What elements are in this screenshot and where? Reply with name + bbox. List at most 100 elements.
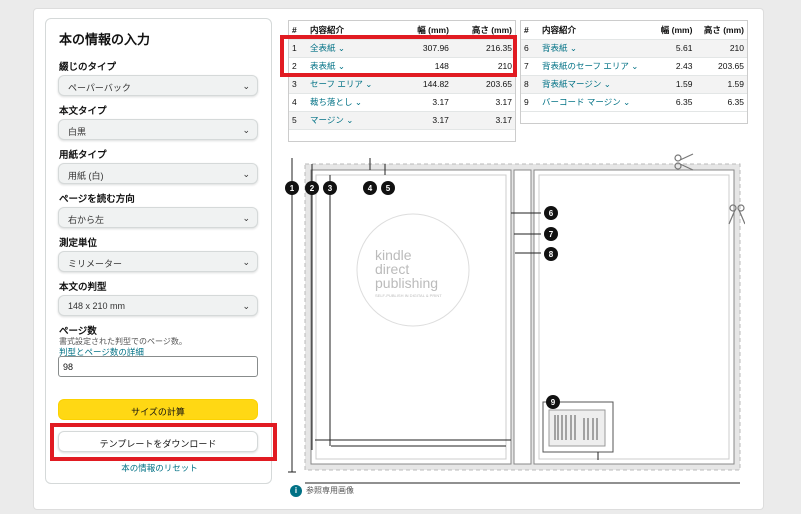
row-num: 3: [289, 75, 307, 94]
interior-label: 本文タイプ: [59, 106, 107, 117]
row-width: 1.59: [653, 75, 696, 94]
logo-line-3: publishing: [375, 275, 438, 291]
reading-label: ページを読む方向: [59, 194, 135, 205]
paper-select[interactable]: 用紙 (白) ⌄: [58, 163, 258, 184]
chevron-down-icon: ⌄: [603, 79, 611, 89]
marker-9-label: 9: [551, 398, 556, 407]
reading-select[interactable]: 右から左 ⌄: [58, 207, 258, 228]
row-num: 8: [521, 75, 539, 94]
row-num: 6: [521, 39, 539, 58]
row-num: 7: [521, 57, 539, 76]
marker-3-label: 3: [328, 184, 333, 193]
interior-value: 白黒: [68, 127, 87, 137]
binding-select[interactable]: ペーパーバック ⌄: [58, 75, 258, 96]
row-height: 6.35: [695, 93, 747, 112]
kdp-logo-circle: [356, 213, 470, 327]
logo-tagline: SELF-PUBLISH IN DIGITAL & PRINT: [375, 293, 442, 298]
row-name[interactable]: セーフ エリア ⌄: [307, 75, 401, 94]
chevron-down-icon: ⌄: [242, 125, 250, 135]
row-height: 3.17: [451, 93, 515, 112]
marker-6-label: 6: [549, 209, 554, 218]
table-row: 7 背表紙のセーフ エリア ⌄ 2.43 203.65: [521, 57, 747, 76]
row-height: 210: [695, 39, 747, 58]
chevron-down-icon: ⌄: [346, 115, 354, 125]
interior-select[interactable]: 白黒 ⌄: [58, 119, 258, 140]
row-num: 4: [289, 93, 307, 112]
marker-7-label: 7: [549, 230, 554, 239]
dimensions-table-right-wrap: # 内容紹介 幅 (mm) 高さ (mm) 6 背表紙 ⌄ 5.61 210 7…: [520, 20, 748, 124]
col-width: 幅 (mm): [653, 21, 696, 40]
pages-label: ページ数: [59, 326, 97, 337]
marker-1-label: 1: [290, 184, 295, 193]
table-row: 8 背表紙マージン ⌄ 1.59 1.59: [521, 75, 747, 94]
reset-link[interactable]: 本の情報のリセット: [46, 462, 273, 474]
row-name-text: 背表紙マージン: [542, 79, 602, 89]
row-width: 5.61: [653, 39, 696, 58]
row-height: 203.65: [451, 75, 515, 94]
row-name-text: 背表紙: [542, 43, 568, 53]
download-highlight: [50, 423, 277, 461]
book-info-form: 本の情報の入力 綴じのタイプ ペーパーバック ⌄ 本文タイプ 白黒 ⌄ 用紙タイ…: [45, 18, 272, 484]
table-row: 5 マージン ⌄ 3.17 3.17: [289, 111, 515, 130]
row-width: 3.17: [400, 111, 452, 130]
table-header-row: # 内容紹介 幅 (mm) 高さ (mm): [521, 21, 747, 40]
unit-value: ミリメーター: [68, 259, 123, 269]
table-row: 6 背表紙 ⌄ 5.61 210: [521, 39, 747, 58]
chevron-down-icon: ⌄: [242, 301, 250, 311]
col-height: 高さ (mm): [695, 21, 747, 40]
marker-8-label: 8: [549, 250, 554, 259]
unit-select[interactable]: ミリメーター ⌄: [58, 251, 258, 272]
trim-label: 本文の判型: [59, 282, 107, 293]
row-width: 3.17: [400, 93, 452, 112]
row-width: 2.43: [653, 57, 696, 76]
calculate-button[interactable]: サイズの計算: [58, 399, 258, 420]
trim-value: 148 x 210 mm: [68, 301, 126, 311]
row-name-text: セーフ エリア: [310, 79, 363, 89]
table-row: 4 裁ち落とし ⌄ 3.17 3.17: [289, 93, 515, 112]
table-row: 9 バーコード マージン ⌄ 6.35 6.35: [521, 93, 747, 112]
col-num: #: [521, 21, 539, 40]
chevron-down-icon: ⌄: [354, 97, 363, 107]
chevron-down-icon: ⌄: [242, 81, 250, 91]
chevron-down-icon: ⌄: [242, 213, 250, 223]
chevron-down-icon: ⌄: [365, 79, 373, 89]
marker-2-label: 2: [310, 184, 315, 193]
spine: [513, 169, 532, 465]
row-height: 1.59: [695, 75, 747, 94]
row-num: 5: [289, 111, 307, 130]
marker-5-label: 5: [386, 184, 391, 193]
trim-select[interactable]: 148 x 210 mm ⌄: [58, 295, 258, 316]
unit-label: 測定単位: [59, 238, 98, 249]
reading-value: 右から左: [68, 215, 105, 225]
cover-template-diagram: kindle direct publishing SELF-PUBLISH IN…: [285, 153, 745, 484]
chevron-down-icon: ⌄: [242, 257, 250, 267]
row-name[interactable]: 背表紙マージン ⌄: [539, 75, 654, 94]
row-name[interactable]: 背表紙のセーフ エリア ⌄: [539, 57, 654, 76]
row-height: 3.17: [451, 111, 515, 130]
row-name-text: 背表紙のセーフ エリア: [542, 61, 629, 71]
chevron-down-icon: ⌄: [242, 169, 250, 179]
row-name-text: バーコード マージン: [542, 97, 621, 107]
dimensions-table-right: # 内容紹介 幅 (mm) 高さ (mm) 6 背表紙 ⌄ 5.61 210 7…: [521, 21, 747, 112]
reference-caption: 参照専用画像: [306, 486, 354, 495]
full-cover-highlight: [280, 35, 517, 77]
row-num: 9: [521, 93, 539, 112]
row-name[interactable]: マージン ⌄: [307, 111, 401, 130]
row-name[interactable]: 裁ち落とし ⌄: [307, 93, 401, 112]
chevron-down-icon: ⌄: [569, 43, 578, 53]
pages-input[interactable]: 98: [58, 356, 258, 377]
row-name-text: マージン: [310, 115, 344, 125]
info-icon: i: [290, 485, 302, 497]
row-name[interactable]: バーコード マージン ⌄: [539, 93, 654, 112]
marker-4-label: 4: [368, 184, 373, 193]
form-title: 本の情報の入力: [59, 32, 151, 47]
col-item: 内容紹介: [539, 21, 654, 40]
binding-value: ペーパーバック: [68, 83, 131, 93]
chevron-down-icon: ⌄: [631, 61, 639, 71]
row-name-text: 裁ち落とし: [310, 97, 353, 107]
chevron-down-icon: ⌄: [623, 97, 631, 107]
binding-label: 綴じのタイプ: [59, 62, 117, 73]
paper-label: 用紙タイプ: [59, 150, 107, 161]
paper-value: 用紙 (白): [68, 171, 104, 181]
row-name[interactable]: 背表紙 ⌄: [539, 39, 654, 58]
